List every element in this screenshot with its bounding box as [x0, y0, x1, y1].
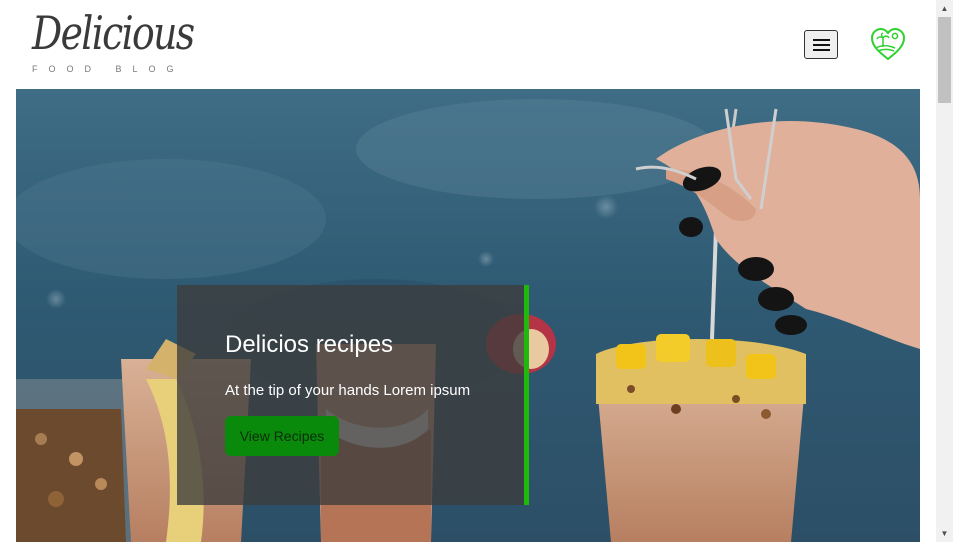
logo-subtitle: FOOD BLOG: [32, 64, 185, 74]
hamburger-menu-icon: [813, 39, 830, 41]
hero-text: At the tip of your hands Lorem ipsum: [225, 382, 471, 399]
scroll-down-arrow-icon[interactable]: ▼: [936, 525, 953, 542]
view-recipes-button[interactable]: View Recipes: [225, 416, 339, 456]
hero-caption: Delicios recipes At the tip of your hand…: [177, 285, 529, 505]
scroll-up-arrow-icon[interactable]: ▲: [936, 0, 953, 17]
menu-toggle-button[interactable]: [804, 30, 838, 59]
hero-banner: Delicios recipes At the tip of your hand…: [16, 89, 920, 542]
scrollbar-thumb[interactable]: [938, 17, 951, 103]
heart-island-icon[interactable]: [869, 26, 907, 62]
vertical-scrollbar[interactable]: ▲ ▼: [936, 0, 953, 542]
hero-title: Delicios recipes: [225, 331, 394, 358]
site-header: Delicious FOOD BLOG: [0, 0, 936, 89]
logo-title: Delicious: [32, 6, 195, 60]
site-logo[interactable]: Delicious FOOD BLOG: [32, 6, 195, 76]
